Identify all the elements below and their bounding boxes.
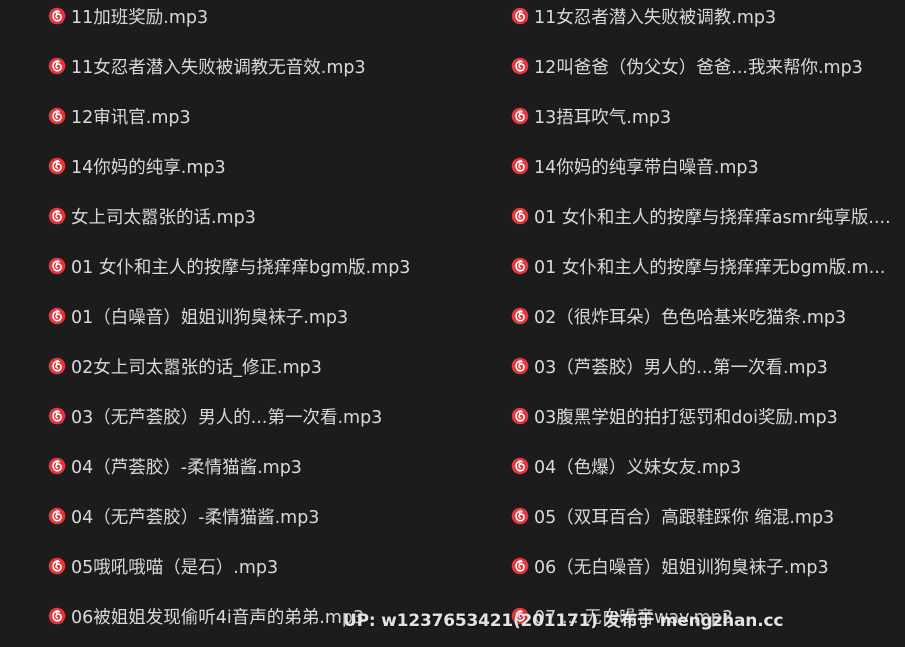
file-name: 04（色爆）义妹女友.mp3 xyxy=(534,457,742,478)
file-item[interactable]: 07 ... 无白噪音wav.mp3 xyxy=(511,602,896,630)
netease-music-icon xyxy=(511,457,529,475)
file-item[interactable]: 02女上司太嚣张的话_修正.mp3 xyxy=(48,352,468,380)
netease-music-icon xyxy=(511,257,529,275)
file-item[interactable]: 03（芦荟胶）男人的...第一次看.mp3 xyxy=(511,352,896,380)
file-name: 女上司太嚣张的话.mp3 xyxy=(71,207,256,228)
file-name: 11女忍者潜入失败被调教.mp3 xyxy=(534,7,777,28)
file-item[interactable]: 06（无白噪音）姐姐训狗臭袜子.mp3 xyxy=(511,552,896,580)
file-item[interactable]: 01（白噪音）姐姐训狗臭袜子.mp3 xyxy=(48,302,468,330)
file-name: 02（很炸耳朵）色色哈基米吃猫条.mp3 xyxy=(534,307,847,328)
netease-music-icon xyxy=(48,107,66,125)
file-name: 07 ... 无白噪音wav.mp3 xyxy=(534,607,733,628)
netease-music-icon xyxy=(511,607,529,625)
file-name: 01（白噪音）姐姐训狗臭袜子.mp3 xyxy=(71,307,349,328)
file-item[interactable]: 02（很炸耳朵）色色哈基米吃猫条.mp3 xyxy=(511,302,896,330)
file-item[interactable]: 03腹黑学姐的拍打惩罚和doi奖励.mp3 xyxy=(511,402,896,430)
netease-music-icon xyxy=(48,607,66,625)
file-item[interactable]: 12审讯官.mp3 xyxy=(48,102,468,130)
file-item[interactable]: 11女忍者潜入失败被调教无音效.mp3 xyxy=(48,52,468,80)
file-item[interactable]: 14你妈的纯享.mp3 xyxy=(48,152,468,180)
netease-music-icon xyxy=(511,57,529,75)
file-item[interactable]: 13捂耳吹气.mp3 xyxy=(511,102,896,130)
file-name: 06（无白噪音）姐姐训狗臭袜子.mp3 xyxy=(534,557,829,578)
file-name: 11加班奖励.mp3 xyxy=(71,7,209,28)
file-name: 06被姐姐发现偷听4i音声的弟弟.mp3 xyxy=(71,607,365,628)
file-item[interactable]: 01 女仆和主人的按摩与挠痒痒bgm版.mp3 xyxy=(48,252,468,280)
netease-music-icon xyxy=(48,407,66,425)
netease-music-icon xyxy=(48,507,66,525)
file-name: 05（双耳百合）高跟鞋踩你 缩混.mp3 xyxy=(534,507,835,528)
file-name: 02女上司太嚣张的话_修正.mp3 xyxy=(71,357,322,378)
netease-music-icon xyxy=(511,407,529,425)
netease-music-icon xyxy=(511,107,529,125)
file-name: 12叫爸爸（伪父女）爸爸...我来帮你.mp3 xyxy=(534,57,863,78)
netease-music-icon xyxy=(48,357,66,375)
netease-music-icon xyxy=(511,307,529,325)
file-list: 11加班奖励.mp3 11女忍者潜入失败被调教无音效.mp3 12审讯官.mp3 14… xyxy=(0,0,905,647)
file-name: 14你妈的纯享.mp3 xyxy=(71,157,226,178)
file-item[interactable]: 14你妈的纯享带白噪音.mp3 xyxy=(511,152,896,180)
netease-music-icon xyxy=(48,307,66,325)
netease-music-icon xyxy=(511,357,529,375)
file-name: 04（芦荟胶）-柔情猫酱.mp3 xyxy=(71,457,302,478)
file-name: 03（无芦荟胶）男人的...第一次看.mp3 xyxy=(71,407,383,428)
file-item[interactable]: 01 女仆和主人的按摩与挠痒痒asmr纯享版.... xyxy=(511,202,896,230)
file-name: 03（芦荟胶）男人的...第一次看.mp3 xyxy=(534,357,828,378)
file-item[interactable]: 01 女仆和主人的按摩与挠痒痒无bgm版.m... xyxy=(511,252,896,280)
file-item[interactable]: 05（双耳百合）高跟鞋踩你 缩混.mp3 xyxy=(511,502,896,530)
file-name: 14你妈的纯享带白噪音.mp3 xyxy=(534,157,759,178)
file-item[interactable]: 11女忍者潜入失败被调教.mp3 xyxy=(511,2,896,30)
file-name: 13捂耳吹气.mp3 xyxy=(534,107,672,128)
file-item[interactable]: 04（色爆）义妹女友.mp3 xyxy=(511,452,896,480)
file-item[interactable]: 12叫爸爸（伪父女）爸爸...我来帮你.mp3 xyxy=(511,52,896,80)
netease-music-icon xyxy=(48,7,66,25)
file-item[interactable]: 03（无芦荟胶）男人的...第一次看.mp3 xyxy=(48,402,468,430)
file-name: 01 女仆和主人的按摩与挠痒痒asmr纯享版.... xyxy=(534,207,891,228)
netease-music-icon xyxy=(48,257,66,275)
file-item[interactable]: 06被姐姐发现偷听4i音声的弟弟.mp3 xyxy=(48,602,468,630)
file-name: 01 女仆和主人的按摩与挠痒痒bgm版.mp3 xyxy=(71,257,411,278)
netease-music-icon xyxy=(48,557,66,575)
netease-music-icon xyxy=(511,507,529,525)
file-item[interactable]: 05哦吼哦喵（是石）.mp3 xyxy=(48,552,468,580)
netease-music-icon xyxy=(511,557,529,575)
file-name: 11女忍者潜入失败被调教无音效.mp3 xyxy=(71,57,366,78)
file-name: 01 女仆和主人的按摩与挠痒痒无bgm版.m... xyxy=(534,257,886,278)
file-item[interactable]: 11加班奖励.mp3 xyxy=(48,2,468,30)
netease-music-icon xyxy=(511,7,529,25)
file-name: 05哦吼哦喵（是石）.mp3 xyxy=(71,557,279,578)
netease-music-icon xyxy=(511,207,529,225)
netease-music-icon xyxy=(511,157,529,175)
netease-music-icon xyxy=(48,157,66,175)
file-name: 12审讯官.mp3 xyxy=(71,107,191,128)
netease-music-icon xyxy=(48,207,66,225)
netease-music-icon xyxy=(48,57,66,75)
file-item[interactable]: 04（无芦荟胶）-柔情猫酱.mp3 xyxy=(48,502,468,530)
netease-music-icon xyxy=(48,457,66,475)
file-name: 04（无芦荟胶）-柔情猫酱.mp3 xyxy=(71,507,320,528)
file-item[interactable]: 女上司太嚣张的话.mp3 xyxy=(48,202,468,230)
file-name: 03腹黑学姐的拍打惩罚和doi奖励.mp3 xyxy=(534,407,838,428)
file-item[interactable]: 04（芦荟胶）-柔情猫酱.mp3 xyxy=(48,452,468,480)
